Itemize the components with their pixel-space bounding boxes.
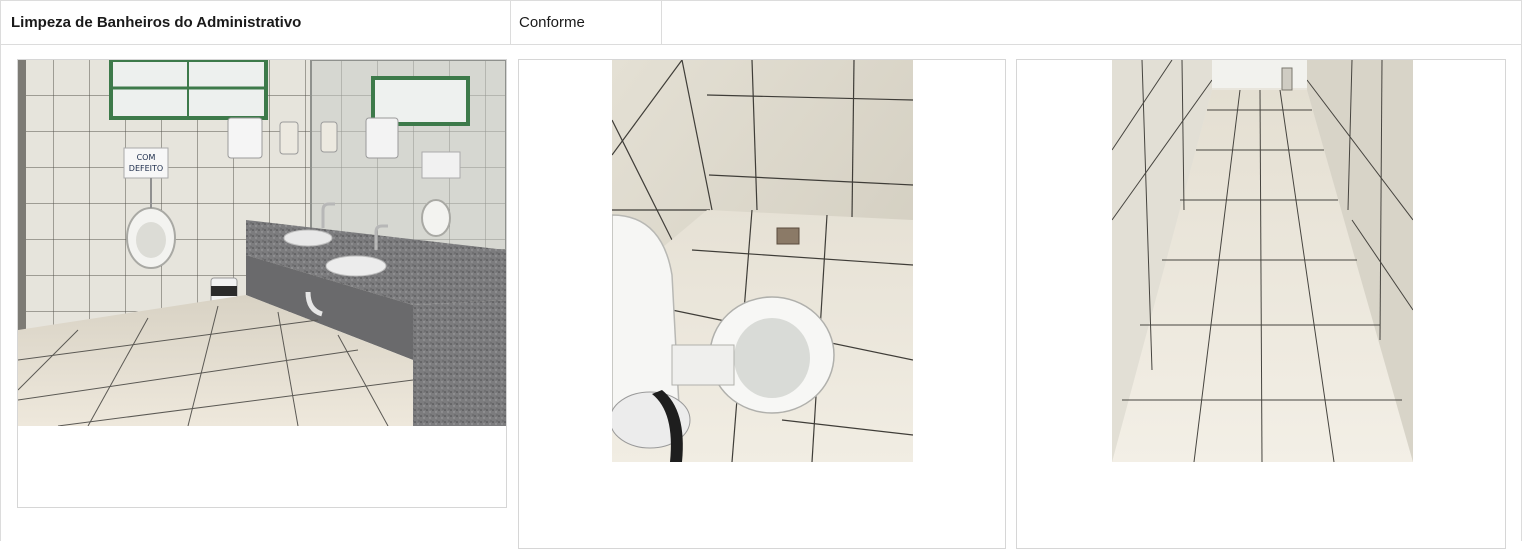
photo-frame-3 (1016, 59, 1506, 549)
bathroom-sink-photo[interactable]: COM DEFEITO (18, 60, 506, 426)
corridor-photo[interactable] (1112, 60, 1413, 462)
photo-frame-1: COM DEFEITO (17, 59, 507, 508)
checklist-row-header: Limpeza de Banheiros do Administrativo C… (0, 0, 1522, 45)
empty-cell (662, 1, 1522, 44)
photos-row: COM DEFEITO (0, 45, 1522, 549)
toilet-photo[interactable] (612, 60, 913, 462)
status-cell: Conforme (510, 1, 662, 44)
item-title: Limpeza de Banheiros do Administrativo (0, 1, 510, 44)
sign-line-1: COM (137, 153, 156, 162)
sign-line-2: DEFEITO (129, 164, 163, 173)
photo-frame-2 (518, 59, 1006, 549)
